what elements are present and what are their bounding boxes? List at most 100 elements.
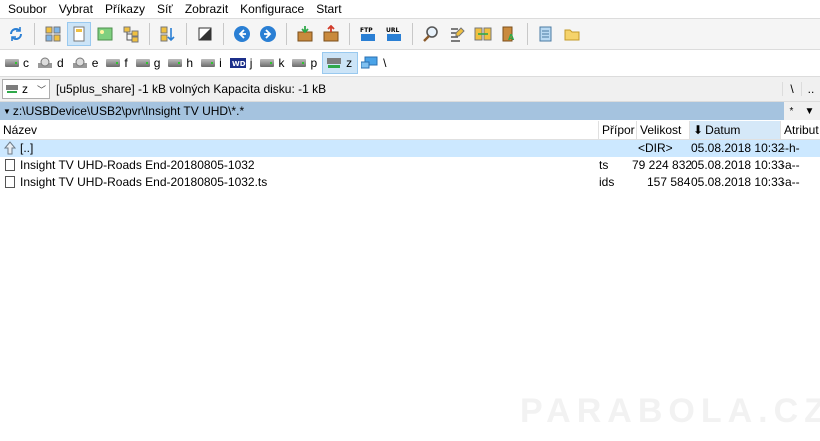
filter-button[interactable]: * xyxy=(790,106,794,117)
sort-desc-icon: ⬇ xyxy=(693,123,704,137)
toolbar-separator xyxy=(349,23,350,45)
back-button[interactable] xyxy=(230,22,254,46)
wd-drive-icon: WD xyxy=(229,58,246,68)
url-button[interactable]: URL xyxy=(382,22,406,46)
refresh-button[interactable] xyxy=(4,22,28,46)
parent-button[interactable]: .. xyxy=(801,82,820,96)
path-bar[interactable]: ▼ z:\USBDevice\USB2\pvr\Insight TV UHD\*… xyxy=(0,102,820,120)
column-date-label: Datum xyxy=(705,123,741,137)
drive-button-c[interactable]: c xyxy=(2,52,34,74)
drive-button-g[interactable]: g xyxy=(133,52,166,74)
menu-soubor[interactable]: Soubor xyxy=(2,0,53,18)
ftp-button[interactable]: FTP xyxy=(356,22,380,46)
drive-letter: d xyxy=(57,56,64,70)
menu-konfigurace[interactable]: Konfigurace xyxy=(234,0,310,18)
column-date[interactable]: ⬇ Datum xyxy=(690,121,781,139)
drive-select[interactable]: z ﹀ xyxy=(2,79,50,99)
drive-button-z[interactable]: z xyxy=(322,52,359,74)
root-button[interactable]: \ xyxy=(782,82,801,96)
drive-button-p[interactable]: p xyxy=(289,52,322,74)
menu-prikazy[interactable]: Příkazy xyxy=(99,0,151,18)
sync-icon xyxy=(474,27,492,41)
drive-button-k[interactable]: k xyxy=(257,52,289,74)
folder-icon xyxy=(564,29,580,41)
pack-icon xyxy=(297,26,313,42)
column-size[interactable]: Velikost xyxy=(637,121,690,139)
menu-zobrazit[interactable]: Zobrazit xyxy=(179,0,234,18)
hdd-icon xyxy=(260,59,275,67)
cd-drive-icon xyxy=(38,57,52,68)
menu-sit[interactable]: Síť xyxy=(151,0,179,18)
drive-letter: e xyxy=(91,56,99,70)
toolbar: FTP URL A xyxy=(0,18,820,50)
watermark: PARABOLA.CZ xyxy=(520,392,820,430)
search-button[interactable] xyxy=(419,22,443,46)
drive-letter: k xyxy=(278,56,285,70)
tree-icon xyxy=(123,26,139,43)
drive-button-d[interactable]: d xyxy=(34,52,69,74)
unpack-button[interactable] xyxy=(319,22,343,46)
toolbar-separator xyxy=(527,23,528,45)
column-name[interactable]: Název xyxy=(0,121,599,139)
sync-dirs-button[interactable] xyxy=(471,22,495,46)
hdd-icon xyxy=(135,59,150,67)
sort-button[interactable] xyxy=(156,22,180,46)
compare-button[interactable]: A xyxy=(497,22,521,46)
notepad-button[interactable] xyxy=(534,22,558,46)
svg-text:FTP: FTP xyxy=(360,27,373,34)
network-drive-icon xyxy=(6,85,18,93)
svg-text:A: A xyxy=(508,33,515,42)
url-icon: URL xyxy=(386,27,401,41)
info-bar: z ﹀ [u5plus_share] -1 kB volných Kapacit… xyxy=(0,77,820,102)
brief-view-button[interactable] xyxy=(41,22,65,46)
toolbar-separator xyxy=(412,23,413,45)
history-dropdown-icon[interactable]: ▼ xyxy=(3,107,11,116)
tree-view-button[interactable] xyxy=(119,22,143,46)
menu-start[interactable]: Start xyxy=(310,0,347,18)
file-row-parent[interactable]: [..] <DIR> 05.08.2018 10:32 --h- xyxy=(0,140,820,157)
drive-button-h[interactable]: h xyxy=(165,52,198,74)
file-size: 79 224 832 xyxy=(632,158,693,172)
file-ext: ts xyxy=(599,158,609,172)
hotlist-dropdown[interactable]: ▼ xyxy=(805,106,815,117)
pack-button[interactable] xyxy=(293,22,317,46)
menu-vybrat[interactable]: Vybrat xyxy=(53,0,99,18)
disk-info: [u5plus_share] -1 kB volných Kapacita di… xyxy=(56,82,327,96)
hdd-icon xyxy=(5,59,19,67)
file-name: Insight TV UHD-Roads End-20180805-1032 xyxy=(20,158,255,172)
forward-button[interactable] xyxy=(256,22,280,46)
column-attr[interactable]: Atribut xyxy=(781,121,820,139)
notepad-icon xyxy=(539,26,552,42)
unpack-icon xyxy=(323,25,339,42)
full-view-button[interactable] xyxy=(67,22,91,46)
sort-icon xyxy=(160,26,175,42)
thumbnail-view-button[interactable] xyxy=(93,22,117,46)
invert-selection-button[interactable] xyxy=(193,22,217,46)
forward-arrow-icon xyxy=(260,26,276,42)
drive-letter: i xyxy=(219,56,222,70)
brief-view-icon xyxy=(45,26,61,42)
column-ext[interactable]: Přípor xyxy=(599,121,637,139)
file-attr: -a-- xyxy=(781,158,800,172)
info-right: \ .. xyxy=(782,77,820,101)
file-attr: -a-- xyxy=(781,175,800,189)
drive-button-i[interactable]: i xyxy=(198,52,227,74)
file-attr: --h- xyxy=(781,141,800,155)
drive-bar: c d e f g h i WD j k p z \ xyxy=(0,50,820,77)
drive-button-network[interactable]: \ xyxy=(358,52,391,74)
drive-letter: j xyxy=(249,56,253,70)
file-row[interactable]: Insight TV UHD-Roads End-20180805-1032 t… xyxy=(0,157,820,174)
multi-rename-button[interactable] xyxy=(445,22,469,46)
file-row[interactable]: Insight TV UHD-Roads End-20180805-1032.t… xyxy=(0,174,820,191)
drive-button-e[interactable]: e xyxy=(69,52,104,74)
drive-letter: f xyxy=(124,56,128,70)
folder-button[interactable] xyxy=(560,22,584,46)
file-size: <DIR> xyxy=(638,141,673,155)
drive-button-j[interactable]: WD j xyxy=(227,52,258,74)
drive-button-f[interactable]: f xyxy=(103,52,132,74)
network-icon xyxy=(361,56,378,69)
toolbar-separator xyxy=(34,23,35,45)
column-header: Název Přípor Velikost ⬇ Datum Atribut xyxy=(0,121,820,140)
file-date: 05.08.2018 10:33 xyxy=(691,158,785,172)
drive-letter: c xyxy=(23,56,29,70)
